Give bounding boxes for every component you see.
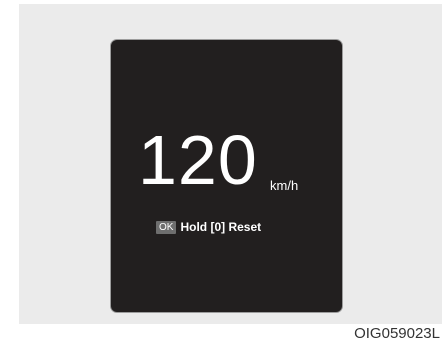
ok-key-badge: OK [156, 220, 177, 234]
reset-instruction: Hold [0] Reset [180, 220, 262, 234]
figure-code: OIG059023L [354, 325, 440, 342]
speed-unit: km/h [270, 178, 299, 193]
speed-value: 120 [138, 121, 258, 199]
reset-hint: OK Hold [0] Reset [156, 220, 261, 234]
cluster-display-screen: 120 km/h OK Hold [0] Reset [110, 39, 343, 313]
